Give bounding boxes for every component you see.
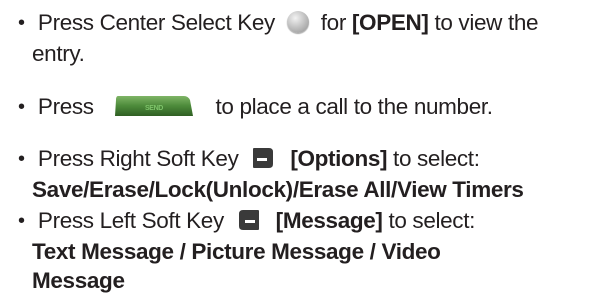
bullet: • bbox=[18, 210, 25, 232]
message-menu-list: Text Message / Picture Message / Video bbox=[32, 239, 441, 264]
item-text: Press Right Soft Key bbox=[37, 146, 239, 171]
bullet: • bbox=[18, 148, 25, 170]
send-key-icon: SEND bbox=[114, 96, 193, 117]
list-item-options: • Press Right Soft Key [Options] to sele… bbox=[18, 144, 603, 204]
right-soft-key-icon bbox=[253, 148, 274, 169]
list-item-place-call: • Press SEND to place a call to the numb… bbox=[18, 92, 603, 123]
message-label: [Message] bbox=[275, 208, 383, 233]
item-line: • Press Center Select Key for [OPEN] to … bbox=[18, 8, 603, 39]
message-menu-list-continued: Message bbox=[32, 268, 125, 293]
item-text: to place a call to the number. bbox=[215, 94, 493, 119]
item-line: • Press Right Soft Key [Options] to sele… bbox=[18, 144, 603, 175]
bullet: • bbox=[18, 96, 25, 118]
item-text: to select: bbox=[393, 146, 480, 171]
item-text: Press Left Soft Key bbox=[37, 208, 224, 233]
item-text: Press bbox=[37, 94, 94, 119]
item-line: • Press Left Soft Key [Message] to selec… bbox=[18, 206, 603, 237]
options-label: [Options] bbox=[290, 146, 388, 171]
item-text: to select: bbox=[388, 208, 476, 233]
list-item-message: • Press Left Soft Key [Message] to selec… bbox=[18, 206, 603, 295]
left-soft-key-icon bbox=[238, 210, 259, 231]
instruction-page: • Press Center Select Key for [OPEN] to … bbox=[0, 0, 607, 301]
options-menu-list: Save/Erase/Lock(Unlock)/Erase All/View T… bbox=[32, 177, 524, 202]
item-line: entry. bbox=[32, 41, 85, 66]
send-key-label: SEND bbox=[145, 105, 163, 112]
open-label: [OPEN] bbox=[351, 10, 429, 35]
bullet: • bbox=[18, 12, 25, 34]
item-text: to view the bbox=[434, 10, 539, 35]
item-text: Press Center Select Key bbox=[37, 10, 275, 35]
item-text: for bbox=[320, 10, 347, 35]
center-select-key-icon bbox=[286, 11, 309, 34]
list-item-open-entry: • Press Center Select Key for [OPEN] to … bbox=[18, 8, 603, 68]
item-line: • Press SEND to place a call to the numb… bbox=[18, 92, 603, 123]
